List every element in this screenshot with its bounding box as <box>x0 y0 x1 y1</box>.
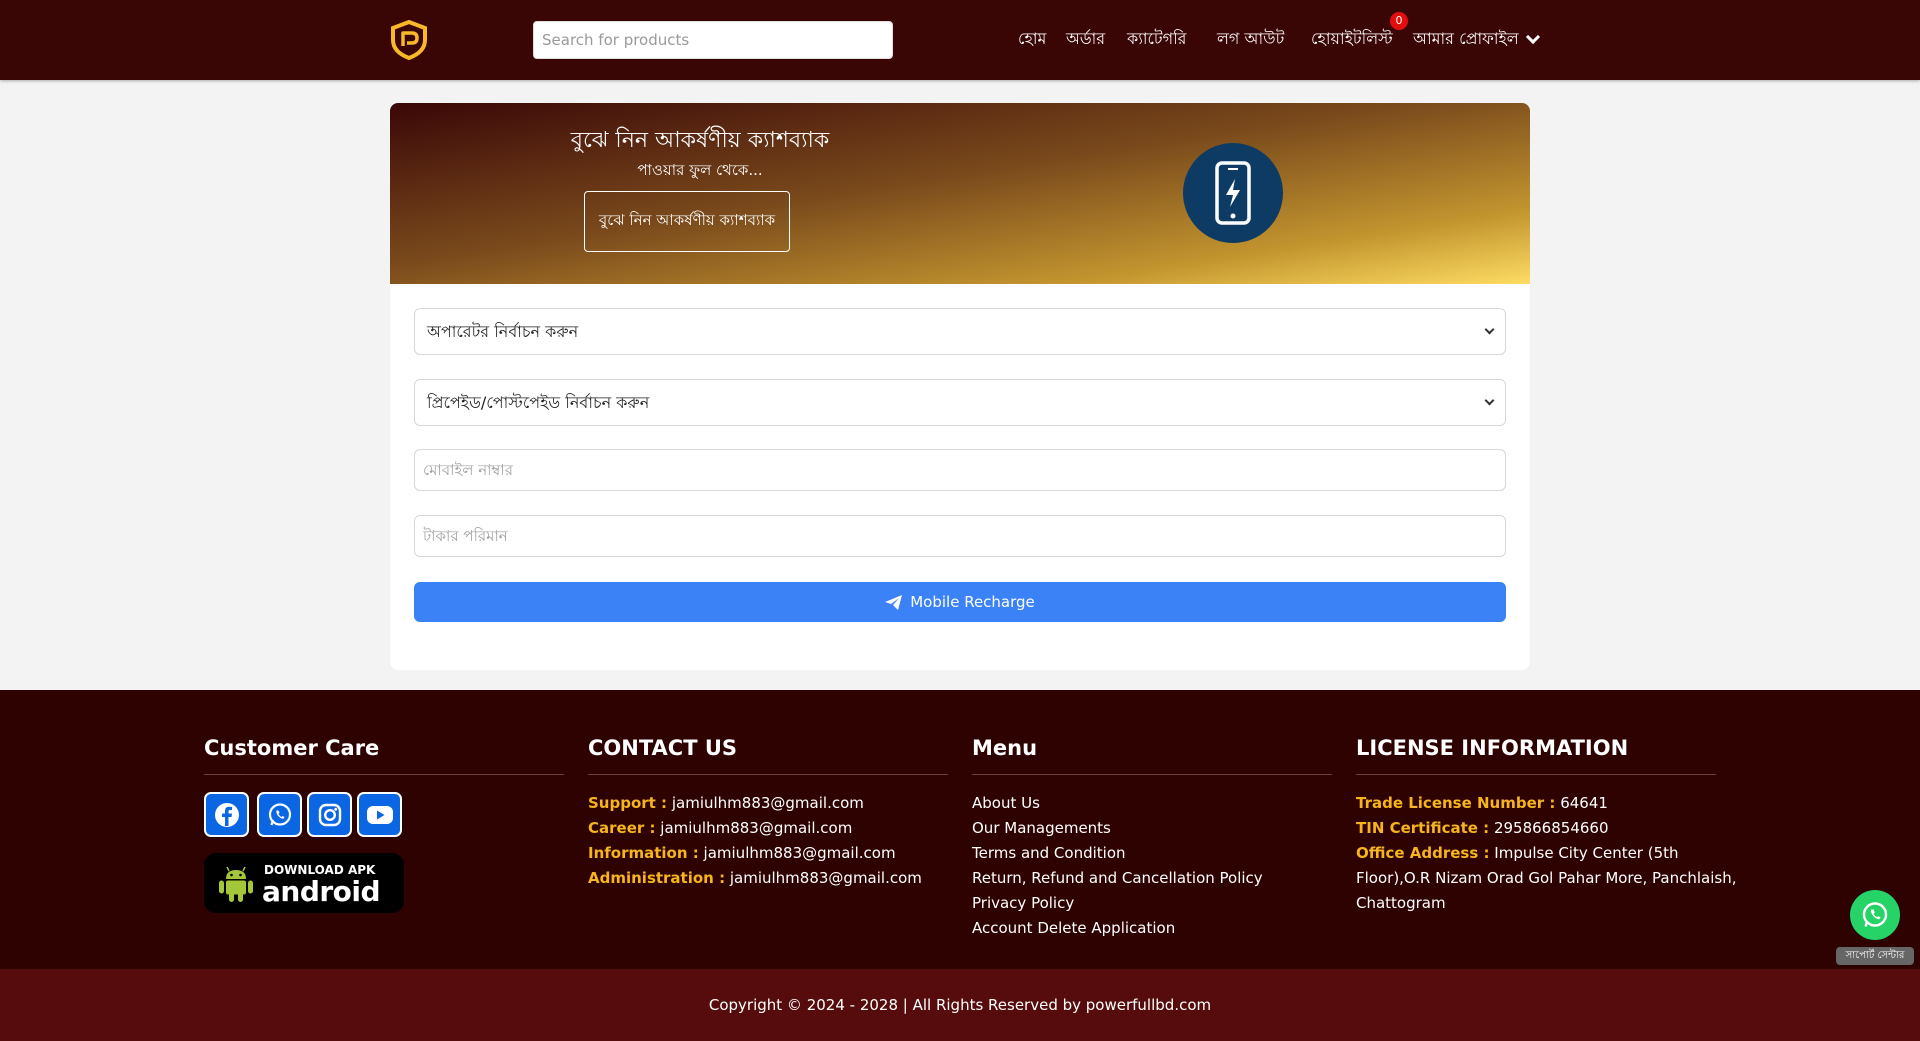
contact-key: Support : <box>588 794 668 812</box>
divider <box>972 774 1332 775</box>
information-email-link[interactable]: jamiulhm883@gmail.com <box>704 844 896 862</box>
copyright-bar: Copyright © 2024 - 2028 | All Rights Res… <box>0 969 1920 1041</box>
mobile-number-input[interactable] <box>414 449 1506 491</box>
chevron-down-icon <box>1484 324 1495 335</box>
download-apk-badge[interactable]: DOWNLOAD APK android <box>204 853 404 913</box>
administration-email-link[interactable]: jamiulhm883@gmail.com <box>730 869 922 887</box>
youtube-icon[interactable] <box>357 792 402 837</box>
support-center-label[interactable]: সাপোর্ট সেন্টার <box>1836 947 1914 965</box>
menu-link-privacy[interactable]: Privacy Policy <box>972 894 1074 912</box>
divider <box>204 774 564 775</box>
mobile-recharge-button[interactable]: Mobile Recharge <box>414 582 1506 622</box>
mobile-recharge-label: Mobile Recharge <box>910 593 1035 611</box>
whatsapp-icon <box>1862 902 1888 927</box>
search-input[interactable] <box>533 21 893 59</box>
brand-logo[interactable] <box>390 20 428 60</box>
menu-link-managements[interactable]: Our Managements <box>972 819 1111 837</box>
divider <box>588 774 948 775</box>
contact-administration-row: Administration : jamiulhm883@gmail.com <box>588 869 922 887</box>
customer-care-title: Customer Care <box>204 736 380 760</box>
recharge-card: বুঝে নিন আকর্ষণীয় ক্যাশব্যাক পাওয়ার ফু… <box>390 103 1530 670</box>
contact-support-row: Support : jamiulhm883@gmail.com <box>588 794 864 812</box>
license-key: TIN Certificate : <box>1356 819 1490 837</box>
copyright-text: Copyright © 2024 - 2028 | All Rights Res… <box>708 996 1212 1014</box>
divider <box>1356 774 1716 775</box>
menu-link-refund-policy[interactable]: Return, Refund and Cancellation Policy <box>972 869 1263 887</box>
nav-category[interactable]: ক্যাটেগরি <box>1127 26 1187 54</box>
whatsapp-icon[interactable] <box>257 792 302 837</box>
instagram-icon[interactable] <box>307 792 352 837</box>
nav-profile[interactable]: আমার প্রোফাইল <box>1413 26 1519 54</box>
menu-link-terms[interactable]: Terms and Condition <box>972 844 1126 862</box>
plan-type-select-value: প্রিপেইড/পোস্টপেইড নির্বাচন করুন <box>427 393 650 412</box>
license-key: Trade License Number : <box>1356 794 1556 812</box>
office-address-value: Impulse City Center (5th <box>1494 844 1679 862</box>
paper-plane-icon <box>885 594 903 610</box>
career-email-link[interactable]: jamiulhm883@gmail.com <box>660 819 852 837</box>
menu-link-account-delete[interactable]: Account Delete Application <box>972 919 1175 937</box>
banner-title: বুঝে নিন আকর্ষণীয় ক্যাশব্যাক <box>570 128 830 153</box>
license-key: Office Address : <box>1356 844 1490 862</box>
office-address-row: Office Address : Impulse City Center (5t… <box>1356 844 1679 862</box>
phone-charging-icon <box>1183 143 1283 243</box>
facebook-icon[interactable] <box>204 792 249 837</box>
nav-order[interactable]: অর্ডার <box>1066 26 1105 54</box>
operator-select[interactable]: অপারেটর নির্বাচন করুন <box>414 308 1506 355</box>
chevron-down-icon[interactable] <box>1525 29 1541 45</box>
contact-title: CONTACT US <box>588 736 738 760</box>
contact-key: Information : <box>588 844 699 862</box>
nav-wishlist[interactable]: হোয়াইটলিস্ট <box>1311 26 1393 54</box>
contact-career-row: Career : jamiulhm883@gmail.com <box>588 819 852 837</box>
tin-row: TIN Certificate : 295866854660 <box>1356 819 1609 837</box>
nav-logout[interactable]: লগ আউট <box>1217 26 1284 54</box>
trade-license-value: 64641 <box>1560 794 1608 812</box>
contact-information-row: Information : jamiulhm883@gmail.com <box>588 844 896 862</box>
whatsapp-chat-button[interactable] <box>1850 890 1900 940</box>
menu-link-about[interactable]: About Us <box>972 794 1040 812</box>
menu-title: Menu <box>972 736 1038 760</box>
android-label: android <box>262 875 381 908</box>
tin-value: 295866854660 <box>1493 819 1609 837</box>
top-navbar: হোম অর্ডার ক্যাটেগরি লগ আউট হোয়াইটলিস্ট… <box>0 0 1920 80</box>
office-address-line: Floor),O.R Nizam Orad Gol Pahar More, Pa… <box>1356 869 1737 887</box>
footer: Customer Care DOWNLOAD APK android CONTA… <box>0 690 1920 969</box>
plan-type-select[interactable]: প্রিপেইড/পোস্টপেইড নির্বাচন করুন <box>414 379 1506 426</box>
contact-key: Administration : <box>588 869 726 887</box>
android-icon <box>219 866 253 902</box>
nav-home[interactable]: হোম <box>1018 26 1046 54</box>
contact-key: Career : <box>588 819 656 837</box>
office-address-line: Chattogram <box>1356 894 1446 912</box>
operator-select-value: অপারেটর নির্বাচন করুন <box>427 322 579 341</box>
chevron-down-icon <box>1484 395 1495 406</box>
amount-input[interactable] <box>414 515 1506 557</box>
trade-license-row: Trade License Number : 64641 <box>1356 794 1608 812</box>
license-title: LICENSE INFORMATION <box>1356 736 1629 760</box>
banner-subtitle: পাওয়ার ফুল থেকে... <box>637 161 763 179</box>
cashback-button[interactable]: বুঝে নিন আকর্ষণীয় ক্যাশব্যাক <box>584 191 790 252</box>
support-email-link[interactable]: jamiulhm883@gmail.com <box>672 794 864 812</box>
cashback-banner: বুঝে নিন আকর্ষণীয় ক্যাশব্যাক পাওয়ার ফু… <box>390 103 1530 284</box>
wishlist-count-badge: 0 <box>1390 12 1408 30</box>
